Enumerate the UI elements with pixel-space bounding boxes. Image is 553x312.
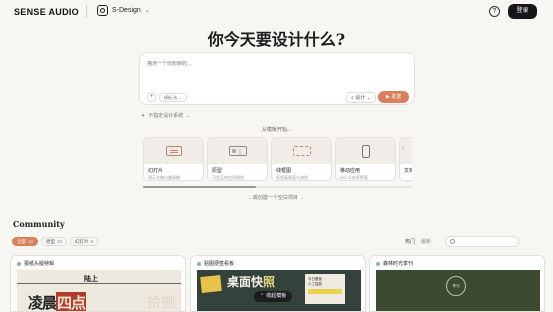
send-button-label: 发送	[391, 94, 402, 100]
status-dot	[197, 261, 201, 266]
page-title: 你今天要设计什么?	[207, 30, 346, 49]
headline-part: 凌晨	[28, 294, 57, 312]
filter-label: 原型	[46, 239, 56, 244]
template-name: 原型	[212, 168, 223, 174]
status-dot	[17, 261, 21, 266]
chevron-up-icon: ⌃	[260, 293, 265, 299]
status-dot	[376, 261, 380, 266]
sparkle-icon: ✦	[141, 112, 146, 119]
template-card-slides[interactable]: 幻灯片 演示文稿与路演稿	[143, 137, 204, 181]
community-search-input[interactable]	[445, 236, 519, 247]
filter-prototype[interactable]: 原型 10	[41, 237, 68, 246]
community-card[interactable]: 报纸头版特辑 陆上 凌晨四点 拾捌	[10, 255, 186, 312]
collapse-templates-button[interactable]: ⌃ 收起模板	[254, 291, 293, 302]
faint-text: 拾捌	[147, 295, 175, 311]
template-desc: 可交互的应用模型	[212, 175, 244, 180]
project-name: S-Design	[112, 7, 141, 14]
template-desc: iOS 与安卓界面	[340, 175, 368, 180]
mobile-icon	[361, 144, 370, 158]
filter-count: 9	[90, 239, 94, 244]
card-title: 森林时光季刊	[383, 261, 414, 267]
prompt-input[interactable]	[147, 61, 397, 67]
headline-text: 凌晨四点	[28, 292, 86, 312]
filter-count: 10	[57, 239, 63, 244]
template-chip-label: 模板 选	[164, 95, 178, 100]
template-desc: 演示文稿与路演稿	[148, 175, 180, 180]
divider	[86, 5, 87, 18]
template-name: 幻灯片	[148, 168, 164, 174]
card-thumbnail: 陆上 凌晨四点 拾捌	[17, 270, 181, 312]
design-system-label: 不指定设计系统	[148, 113, 184, 119]
help-icon[interactable]: ?	[489, 6, 500, 17]
divider	[17, 283, 181, 284]
headline-text: 桌面快照	[227, 273, 275, 290]
top-bar: SENSE AUDIO S-Design ⌄ ? 登录	[0, 0, 553, 24]
template-name: 线框图	[276, 168, 292, 174]
template-card-doc[interactable]: › 文档	[399, 137, 412, 181]
highlight-bar	[308, 289, 342, 294]
templates-heading: 从模板开始...	[261, 127, 292, 133]
chevron-right-icon: ›	[402, 145, 405, 152]
chevron-down-icon: ⌄	[186, 112, 191, 119]
note-paper: 今日看板 人工智能	[305, 274, 345, 304]
template-card-prototype[interactable]: 原型 可交互的应用模型	[207, 137, 268, 181]
card-thumbnail: 季刊	[376, 270, 540, 311]
template-desc: 低保真版面与流程	[276, 175, 308, 180]
prototype-icon	[228, 146, 247, 156]
send-button[interactable]: ▶ 发送	[378, 91, 409, 103]
mode-select-label: 设计	[355, 95, 366, 101]
community-filters: 全部 19 原型 10 幻灯片 9	[12, 237, 99, 246]
add-attachment-button[interactable]: +	[147, 93, 156, 102]
filter-count: 19	[28, 239, 34, 244]
headline-highlight: 四点	[56, 292, 86, 312]
project-icon	[97, 5, 108, 16]
design-system-select[interactable]: ✦ 不指定设计系统 ⌄	[141, 112, 191, 120]
project-switcher[interactable]: S-Design ⌄	[97, 5, 150, 16]
sort-latest[interactable]: 最新	[421, 238, 431, 245]
template-name: 文档	[404, 168, 412, 174]
sticky-note	[200, 274, 222, 294]
headline-tail: 照	[263, 275, 276, 289]
sort-tabs: 热门 最新	[405, 238, 431, 245]
scroll-thumb[interactable]	[143, 186, 256, 188]
chevron-down-icon: ⌄	[144, 8, 150, 14]
carousel-scrollbar[interactable]	[143, 186, 412, 188]
template-carousel: 幻灯片 演示文稿与路演稿 原型 可交互的应用模型 线框图 低保真版面与流程 移动…	[143, 137, 412, 181]
card-title: 报纸头版特辑	[24, 261, 55, 267]
filter-all[interactable]: 全部 19	[12, 237, 39, 246]
community-title: Community	[13, 219, 65, 229]
blank-project-link[interactable]: ...或创建一个空白项目 →	[0, 194, 553, 201]
template-card-mobile[interactable]: 移动应用 iOS 与安卓界面	[335, 137, 396, 181]
filter-slides[interactable]: 幻灯片 9	[70, 237, 99, 246]
community-card[interactable]: 森林时光季刊 季刊	[369, 255, 545, 312]
search-icon	[450, 239, 455, 244]
prompt-composer: + 模板 选 ⌄ ⌕ 设计 ⌄ ▶ 发送	[139, 52, 415, 105]
filter-label: 幻灯片	[75, 239, 89, 244]
collapse-label: 收起模板	[266, 293, 287, 299]
note-sub: 人工智能	[308, 282, 322, 286]
sort-hot[interactable]: 热门	[405, 238, 415, 245]
template-card-wireframe[interactable]: 线框图 低保真版面与流程	[271, 137, 332, 181]
community-card[interactable]: 贴图便签看板 桌面快照 今日看板 人工智能	[190, 255, 366, 312]
card-title: 贴图便签看板	[204, 261, 235, 267]
login-button[interactable]: 登录	[508, 4, 537, 19]
template-chip[interactable]: 模板 选 ⌄	[159, 93, 187, 102]
slides-icon	[165, 146, 182, 156]
mode-select[interactable]: ⌕ 设计 ⌄	[346, 92, 376, 103]
badge-text: 季刊	[446, 276, 466, 296]
wireframe-icon	[292, 146, 311, 156]
template-name: 移动应用	[340, 168, 361, 174]
filter-label: 全部	[17, 239, 26, 244]
brand-logo[interactable]: SENSE AUDIO	[14, 7, 79, 17]
headline-part: 桌面快	[227, 275, 264, 289]
